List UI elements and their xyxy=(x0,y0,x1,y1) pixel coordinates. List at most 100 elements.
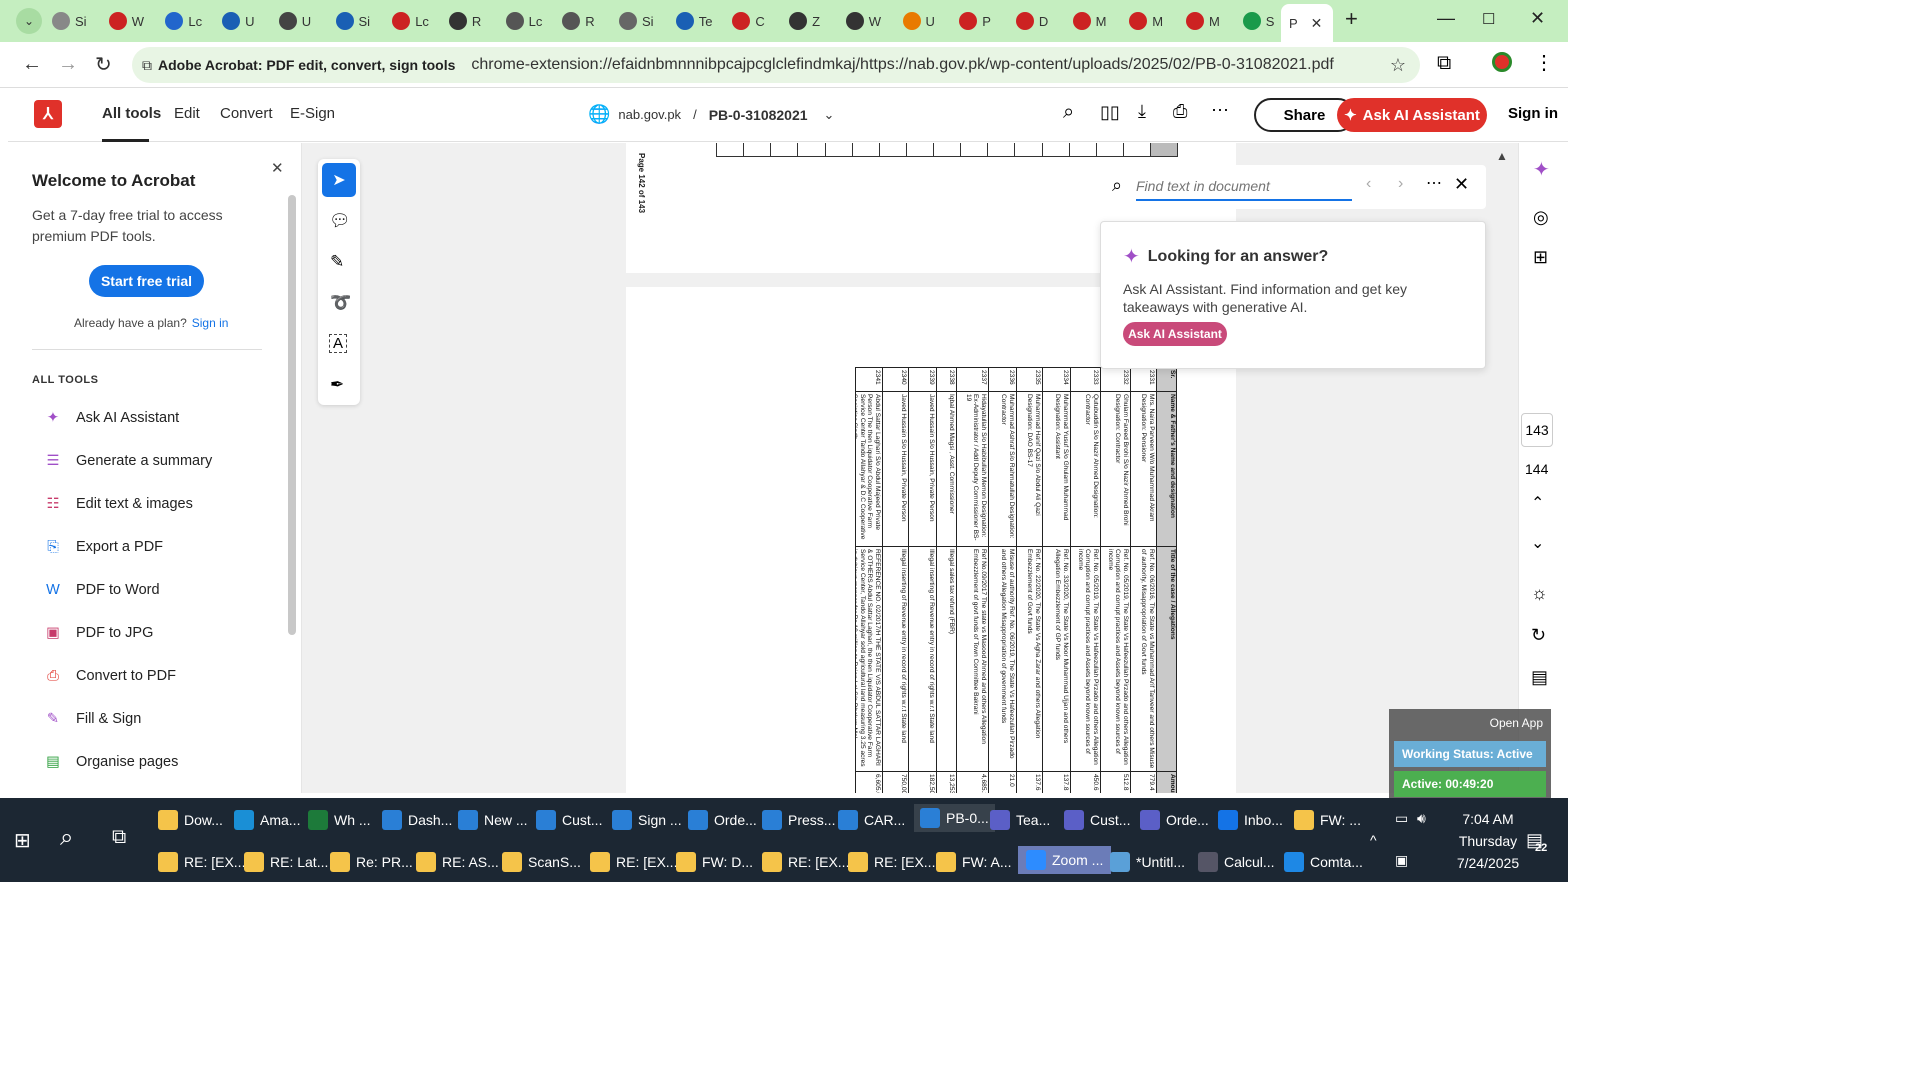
comments-rail-icon[interactable]: ◎ xyxy=(1533,207,1549,228)
browser-tab[interactable]: D xyxy=(1015,6,1048,36)
search-icon[interactable]: ⌕ xyxy=(1063,101,1074,124)
taskbar-app[interactable]: Sign ... xyxy=(612,810,682,830)
system-clock[interactable]: 7:04 AM Thursday 7/24/2025 xyxy=(1450,808,1526,874)
ai-chat-rail-icon[interactable]: ✦ xyxy=(1533,157,1550,182)
browser-tab[interactable]: Z xyxy=(789,6,820,36)
reload-icon[interactable]: ↻ xyxy=(95,52,112,77)
pages-icon[interactable]: ▯▯ xyxy=(1100,102,1120,123)
taskbar-window[interactable]: ScanS... xyxy=(502,852,581,872)
tool-pdf-to-jpg[interactable]: ▣ PDF to JPG xyxy=(42,622,153,644)
taskbar-app[interactable]: Dow... xyxy=(158,810,223,830)
browser-tab[interactable]: Si xyxy=(619,6,654,36)
taskbar-app[interactable]: PB-0... xyxy=(914,804,995,832)
tab-search-button[interactable]: ⌄ xyxy=(16,8,42,34)
start-trial-button[interactable]: Start free trial xyxy=(89,265,204,297)
plan-signin-link[interactable]: Sign in xyxy=(192,316,229,330)
close-panel-icon[interactable]: ✕ xyxy=(271,159,284,177)
taskbar-window[interactable]: Re: PR... xyxy=(330,852,413,872)
taskbar-app[interactable]: Orde... xyxy=(1140,810,1209,830)
url-text[interactable]: chrome-extension://efaidnbmnnnibpcajpcgl… xyxy=(471,56,1333,74)
taskbar-window[interactable]: FW: A... xyxy=(936,852,1012,872)
sign-tool-icon[interactable]: ✒ xyxy=(330,375,344,395)
taskbar-window[interactable]: Comta... xyxy=(1284,852,1363,872)
maximize-icon[interactable]: ☐ xyxy=(1482,10,1495,28)
windows-start-icon[interactable]: ⊞ xyxy=(14,828,31,853)
search-icon[interactable]: ⌕ xyxy=(60,824,73,852)
thumbnails-rail-icon[interactable]: ⊞ xyxy=(1533,247,1548,268)
chevron-down-icon[interactable]: ⌄ xyxy=(824,107,835,123)
browser-tab[interactable]: U xyxy=(278,6,311,36)
taskbar-window[interactable]: FW: D... xyxy=(676,852,753,872)
find-next-icon[interactable]: › xyxy=(1398,175,1403,193)
browser-tab[interactable]: W xyxy=(845,6,881,36)
browser-tab[interactable]: Lc xyxy=(392,6,429,36)
taskbar-window[interactable]: Zoom ... xyxy=(1018,846,1112,874)
draw-tool-icon[interactable]: ➰ xyxy=(330,293,351,313)
tool-pdf-to-word[interactable]: W PDF to Word xyxy=(42,579,159,601)
tool-ask-ai[interactable]: ✦ Ask AI Assistant xyxy=(42,407,179,429)
current-page-box[interactable]: 143 xyxy=(1521,413,1553,447)
browser-tab[interactable]: W xyxy=(108,6,144,36)
browser-tab[interactable]: M xyxy=(1186,6,1220,36)
minimize-icon[interactable]: — xyxy=(1437,8,1455,29)
browser-tab[interactable]: P xyxy=(959,6,991,36)
network-icon[interactable]: ▣ xyxy=(1395,852,1408,869)
taskbar-window[interactable]: Calcul... xyxy=(1198,852,1275,872)
rotate-icon[interactable]: ↻ xyxy=(1531,625,1546,646)
tray-expand-icon[interactable]: ^ xyxy=(1370,832,1377,848)
new-tab-button[interactable]: + xyxy=(1345,6,1358,32)
select-tool-icon[interactable]: ➤ xyxy=(322,163,356,197)
window-close-icon[interactable]: ✕ xyxy=(1530,8,1545,29)
browser-tab[interactable]: M xyxy=(1072,6,1106,36)
browser-tab[interactable]: R xyxy=(562,6,595,36)
address-bar[interactable]: ⧉ Adobe Acrobat: PDF edit, convert, sign… xyxy=(132,47,1420,83)
close-icon[interactable]: ✕ xyxy=(1311,15,1323,32)
scroll-up-icon[interactable]: ▲ xyxy=(1496,149,1508,163)
text-box-icon[interactable]: A xyxy=(329,334,348,353)
browser-tab[interactable]: Si xyxy=(52,6,87,36)
volume-icon[interactable]: 🔊︎ xyxy=(1417,810,1426,827)
taskbar-app[interactable]: Wh ... xyxy=(308,810,371,830)
browser-tab[interactable]: M xyxy=(1129,6,1163,36)
taskbar-app[interactable]: Tea... xyxy=(990,810,1050,830)
menu-icon[interactable]: ⋮ xyxy=(1534,50,1554,75)
find-close-icon[interactable]: ✕ xyxy=(1454,174,1469,195)
taskbar-window[interactable]: RE: [EX... xyxy=(590,852,677,872)
highlight-tool-icon[interactable]: ✎ xyxy=(330,252,344,272)
tool-convert-to-pdf[interactable]: ⎙ Convert to PDF xyxy=(42,665,176,687)
browser-tab[interactable]: Lc xyxy=(165,6,202,36)
taskbar-app[interactable]: Ama... xyxy=(234,810,300,830)
more-icon[interactable]: ⋯ xyxy=(1211,100,1229,121)
tool-organise-pages[interactable]: ▤ Organise pages xyxy=(42,751,178,773)
brightness-icon[interactable]: ☼ xyxy=(1531,583,1548,604)
print-icon[interactable]: ⎙ xyxy=(1173,101,1187,122)
tool-generate-summary[interactable]: ☰ Generate a summary xyxy=(42,450,213,472)
tab-all-tools[interactable]: All tools xyxy=(102,105,161,122)
tab-convert[interactable]: Convert xyxy=(220,105,273,122)
browser-tab[interactable]: Te xyxy=(675,6,712,36)
task-view-icon[interactable]: ⧉ xyxy=(112,826,126,849)
taskbar-app[interactable]: New ... xyxy=(458,810,528,830)
tool-fill-sign[interactable]: ✎ Fill & Sign xyxy=(42,708,141,730)
file-name[interactable]: PB-0-31082021 xyxy=(709,107,808,123)
download-icon[interactable]: ⤓ xyxy=(1138,101,1146,122)
taskbar-app[interactable]: Press... xyxy=(762,810,835,830)
find-prev-icon[interactable]: ‹ xyxy=(1366,175,1371,193)
browser-tab[interactable]: C xyxy=(732,6,765,36)
extensions-icon[interactable]: ⧉ xyxy=(1437,52,1451,75)
battery-icon[interactable]: ▭ xyxy=(1395,810,1408,827)
taskbar-app[interactable]: Dash... xyxy=(382,810,452,830)
browser-tab[interactable]: R xyxy=(448,6,481,36)
tool-edit-text[interactable]: ☷ Edit text & images xyxy=(42,493,193,515)
taskbar-window[interactable]: RE: [EX... xyxy=(848,852,935,872)
page-up-icon[interactable]: ⌃ xyxy=(1531,493,1544,513)
ai-popup-button[interactable]: Ask AI Assistant xyxy=(1123,322,1227,346)
browser-tab[interactable]: Lc xyxy=(505,6,542,36)
taskbar-app[interactable]: Cust... xyxy=(536,810,602,830)
taskbar-window[interactable]: *Untitl... xyxy=(1110,852,1185,872)
taskbar-app[interactable]: CAR... xyxy=(838,810,905,830)
tool-export-pdf[interactable]: ⎘ Export a PDF xyxy=(42,536,163,558)
taskbar-window[interactable]: RE: [EX... xyxy=(762,852,849,872)
site-chip[interactable]: Adobe Acrobat: PDF edit, convert, sign t… xyxy=(158,57,455,73)
tab-esign[interactable]: E-Sign xyxy=(290,105,335,122)
